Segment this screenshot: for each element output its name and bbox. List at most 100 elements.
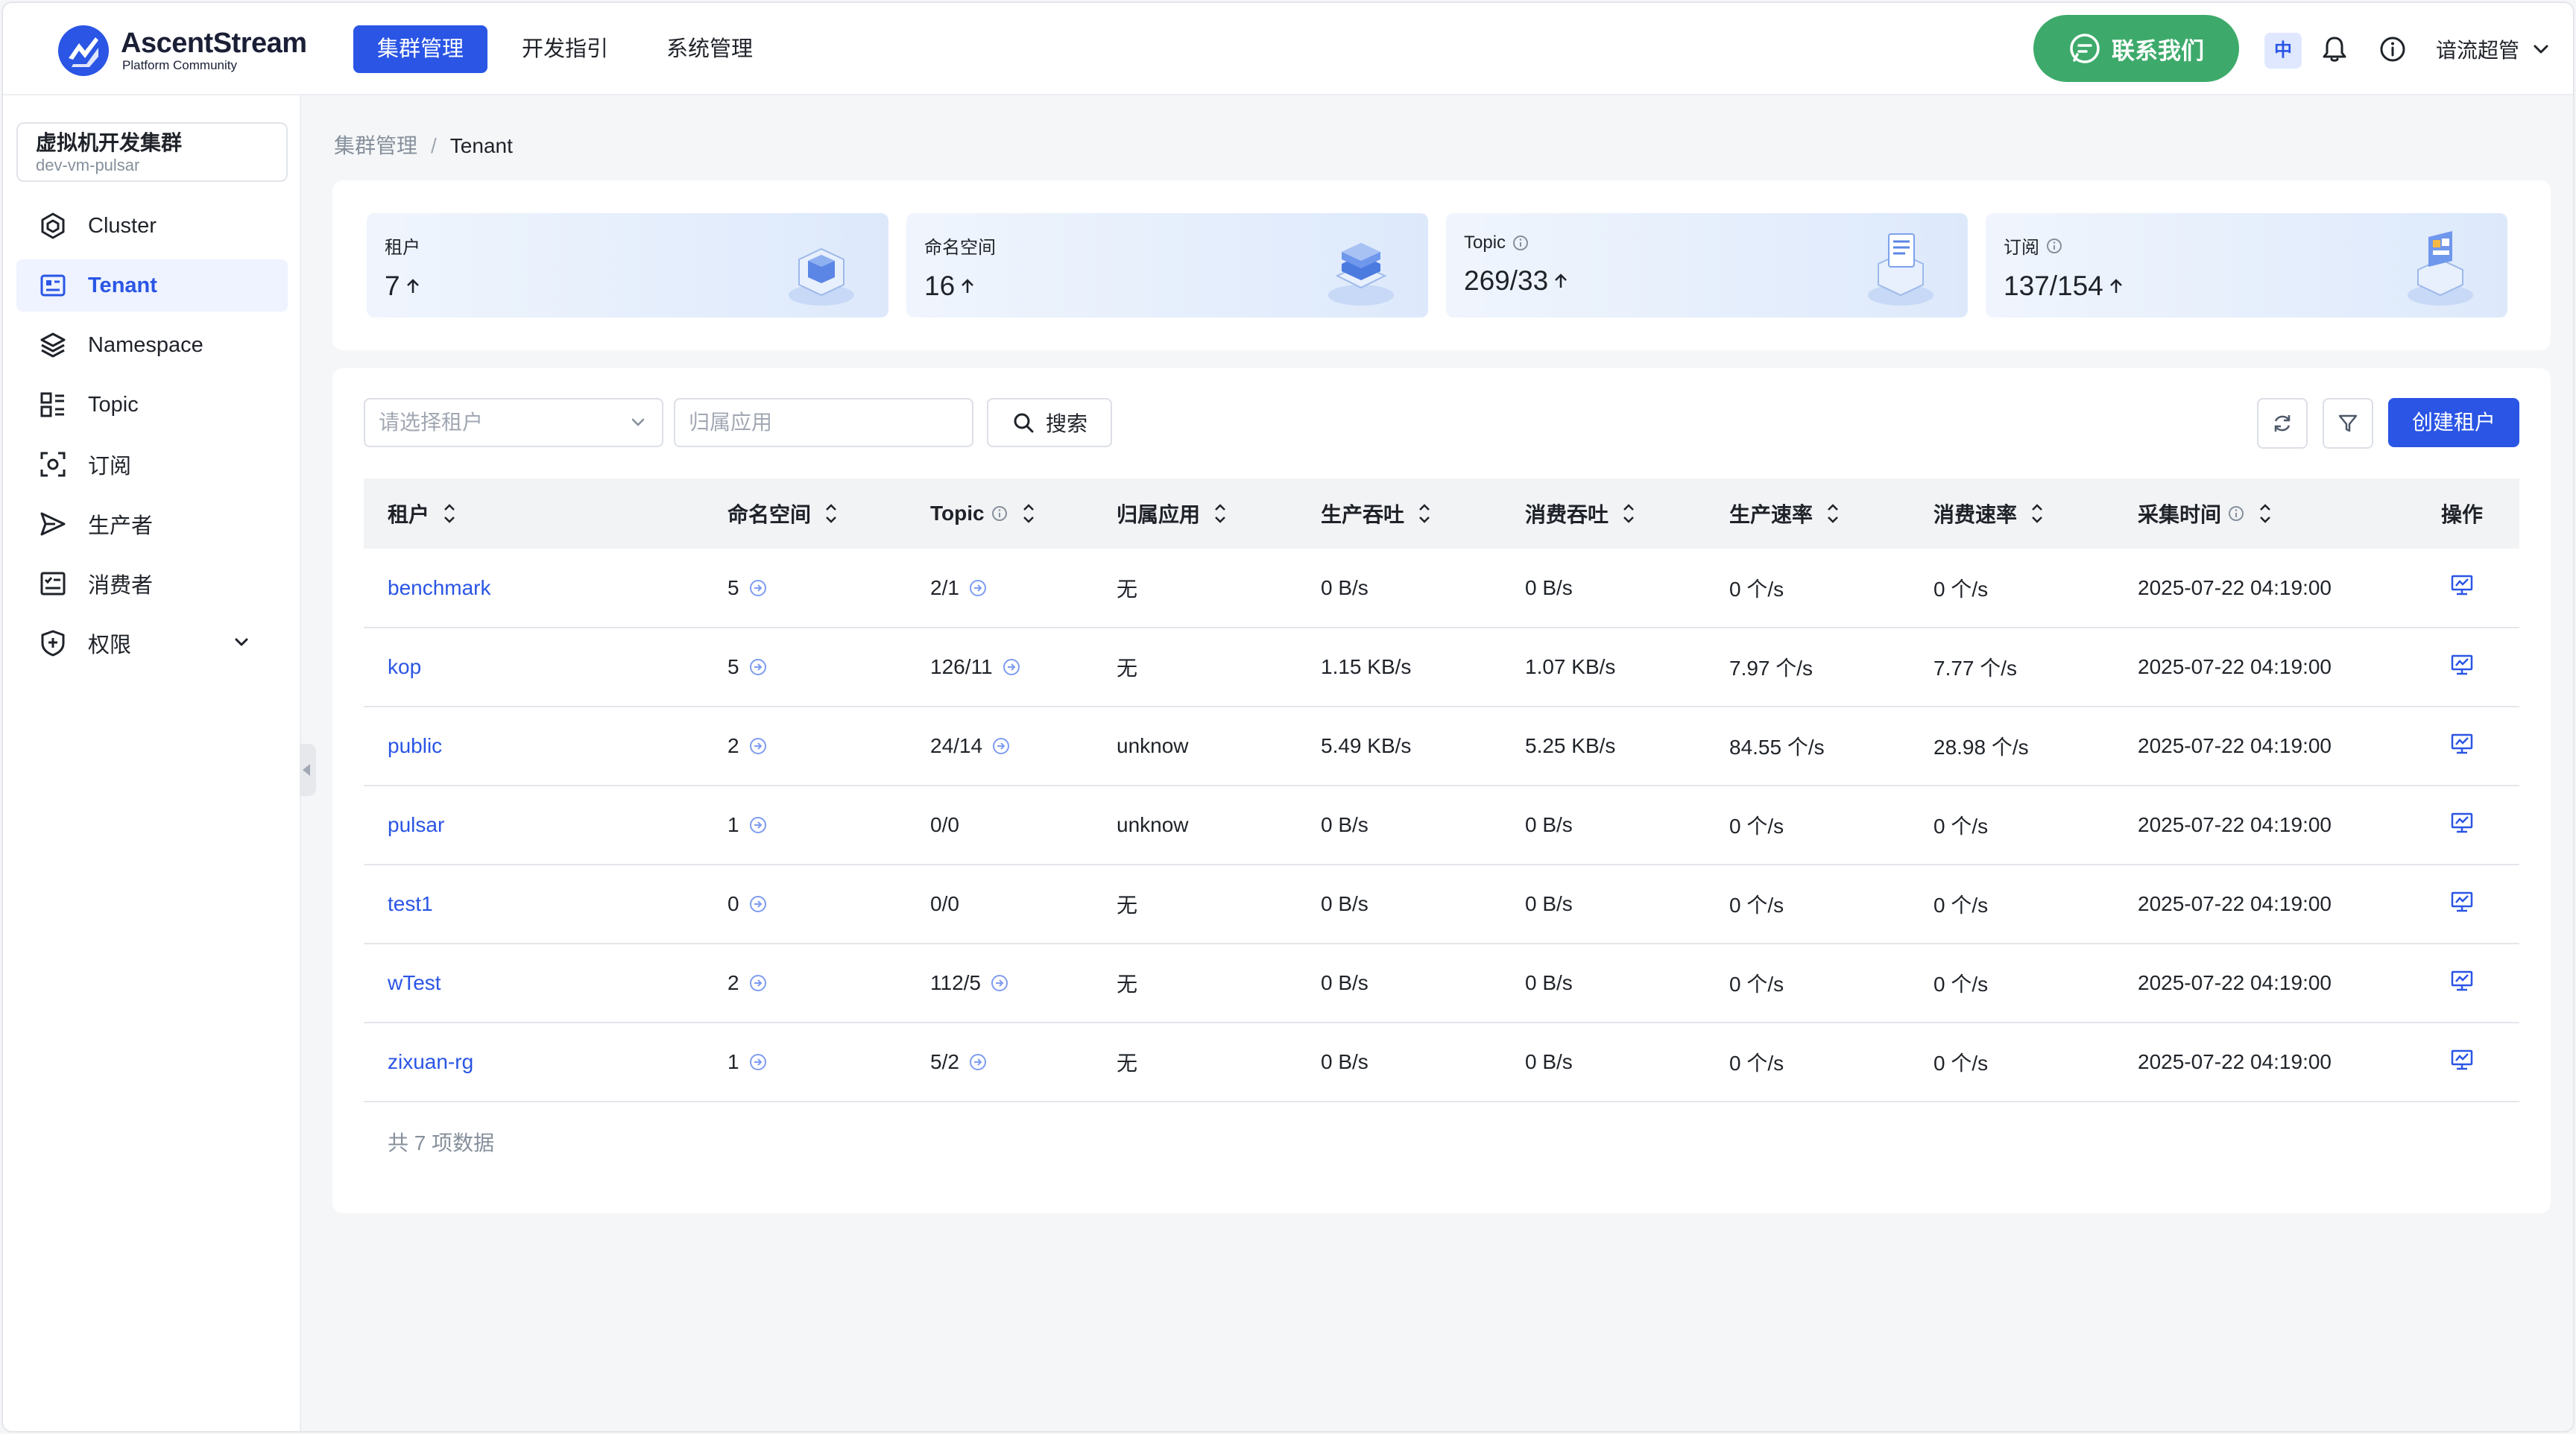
- create-tenant-button[interactable]: 创建租户: [2388, 398, 2519, 447]
- column-label: 操作: [2440, 503, 2483, 526]
- column-header-produce-throughput[interactable]: 生产吞吐: [1297, 478, 1501, 549]
- column-header-topic[interactable]: Topic: [906, 478, 1093, 549]
- sidebar-item-producer[interactable]: 生产者: [16, 498, 288, 550]
- cluster-selector[interactable]: 虚拟机开发集群 dev-vm-pulsar: [16, 122, 288, 182]
- sort-icon[interactable]: [443, 502, 456, 525]
- tenant-link[interactable]: wTest: [364, 944, 704, 1023]
- goto-icon[interactable]: [991, 736, 1011, 756]
- tenant-link[interactable]: pulsar: [364, 786, 704, 865]
- column-header-produce-rate[interactable]: 生产速率: [1705, 478, 1910, 549]
- sort-icon[interactable]: [1213, 502, 1227, 525]
- goto-icon[interactable]: [748, 815, 768, 835]
- breadcrumb-parent[interactable]: 集群管理: [334, 134, 417, 157]
- sidebar-item-label: Namespace: [88, 332, 203, 357]
- user-menu[interactable]: 谙流超管: [2436, 33, 2549, 66]
- nav-system-management[interactable]: 系统管理: [643, 25, 777, 73]
- breadcrumb-separator: /: [431, 134, 437, 157]
- table-row: kop 5 126/11 无 1.15 KB/s 1.07 KB/s 7.97 个/s 7.7…: [364, 628, 2519, 707]
- topic-cell: 0/0: [906, 786, 1093, 865]
- monitor-chart-icon[interactable]: [2449, 889, 2475, 915]
- sidebar-item-consumer[interactable]: 消费者: [16, 558, 288, 610]
- app-cell: 无: [1093, 1023, 1297, 1102]
- sort-icon[interactable]: [1418, 502, 1431, 525]
- sidebar-item-cluster[interactable]: Cluster: [16, 200, 288, 252]
- goto-icon[interactable]: [1002, 657, 1021, 677]
- app-filter-input[interactable]: [674, 398, 973, 447]
- sidebar-item-permission[interactable]: 权限: [16, 617, 288, 669]
- monitor-chart-icon[interactable]: [2449, 1047, 2475, 1073]
- produce-throughput-cell: 0 B/s: [1297, 786, 1501, 865]
- info-icon[interactable]: [991, 505, 1008, 522]
- info-icon[interactable]: [2227, 505, 2245, 522]
- produce-throughput-cell: 5.49 KB/s: [1297, 707, 1501, 786]
- tenant-link[interactable]: kop: [364, 628, 704, 707]
- topic-cell: 126/11: [906, 628, 1093, 707]
- monitor-chart-icon[interactable]: [2449, 572, 2475, 598]
- tenant-link[interactable]: public: [364, 707, 704, 786]
- sidebar-item-topic[interactable]: Topic: [16, 379, 288, 431]
- monitor-chart-icon[interactable]: [2449, 810, 2475, 836]
- sort-icon[interactable]: [824, 502, 838, 525]
- column-label: 归属应用: [1117, 503, 1201, 526]
- namespace-cell: 1: [704, 1023, 906, 1102]
- refresh-button[interactable]: [2257, 398, 2308, 449]
- filter-button[interactable]: [2323, 398, 2373, 449]
- sort-icon[interactable]: [1622, 502, 1635, 525]
- column-header-tenant[interactable]: 租户: [364, 478, 704, 549]
- produce-throughput-cell: 0 B/s: [1297, 944, 1501, 1023]
- nav-dev-guide[interactable]: 开发指引: [498, 25, 632, 73]
- goto-icon[interactable]: [990, 973, 1009, 993]
- column-header-consume-throughput[interactable]: 消费吞吐: [1501, 478, 1705, 549]
- info-icon[interactable]: [2045, 237, 2063, 255]
- produce-rate-cell: 0 个/s: [1705, 865, 1910, 944]
- sidebar-item-tenant[interactable]: Tenant: [16, 259, 288, 312]
- language-toggle[interactable]: 中: [2264, 33, 2302, 69]
- column-label: 采集时间: [2138, 503, 2222, 526]
- search-button[interactable]: 搜索: [987, 398, 1112, 447]
- info-icon[interactable]: [2378, 34, 2408, 64]
- tenant-link[interactable]: test1: [364, 865, 704, 944]
- stat-card-subscriptions: 订阅 137/154: [1986, 213, 2507, 318]
- tenant-select[interactable]: 请选择租户: [364, 398, 663, 447]
- namespace-count: 5: [727, 655, 739, 678]
- info-icon[interactable]: [1512, 234, 1530, 252]
- goto-icon[interactable]: [968, 578, 988, 598]
- topic-count: 2/1: [930, 575, 959, 599]
- topic-count: 5/2: [930, 1050, 959, 1073]
- consume-rate-cell: 0 个/s: [1910, 549, 2114, 628]
- sort-icon[interactable]: [2030, 502, 2044, 525]
- sidebar-item-namespace[interactable]: Namespace: [16, 319, 288, 371]
- sort-icon[interactable]: [2258, 502, 2272, 525]
- bell-icon[interactable]: [2320, 34, 2349, 64]
- goto-icon[interactable]: [748, 657, 768, 677]
- column-header-app[interactable]: 归属应用: [1093, 478, 1297, 549]
- goto-icon[interactable]: [748, 894, 768, 914]
- tenant-link[interactable]: zixuan-rg: [364, 1023, 704, 1102]
- cluster-icon: [41, 212, 65, 239]
- tenant-link[interactable]: benchmark: [364, 549, 704, 628]
- action-cell: [2405, 944, 2519, 1023]
- sidebar: 虚拟机开发集群 dev-vm-pulsar Cluster Tenant Nam…: [3, 95, 301, 1431]
- goto-icon[interactable]: [748, 578, 768, 598]
- sidebar-item-subscription[interactable]: 订阅: [16, 438, 288, 490]
- monitor-chart-icon[interactable]: [2449, 652, 2475, 677]
- table-body: benchmark 5 2/1 无 0 B/s 0 B/s 0 个/s 0 个/s 2025-0…: [364, 549, 2519, 1102]
- sidebar-collapse-handle[interactable]: [300, 744, 316, 796]
- contact-us-button[interactable]: 联系我们: [2033, 15, 2239, 82]
- column-header-collect-time[interactable]: 采集时间: [2114, 478, 2405, 549]
- nav-cluster-management[interactable]: 集群管理: [353, 25, 488, 73]
- goto-icon[interactable]: [748, 973, 768, 993]
- goto-icon[interactable]: [748, 736, 768, 756]
- topic-cell: 5/2: [906, 1023, 1093, 1102]
- monitor-chart-icon[interactable]: [2449, 731, 2475, 757]
- brand-logo[interactable]: AscentStream Platform Community: [57, 24, 307, 78]
- sort-icon[interactable]: [1826, 502, 1840, 525]
- column-header-consume-rate[interactable]: 消费速率: [1910, 478, 2114, 549]
- goto-icon[interactable]: [968, 1052, 988, 1072]
- consume-rate-cell: 0 个/s: [1910, 944, 2114, 1023]
- column-header-namespace[interactable]: 命名空间: [704, 478, 906, 549]
- monitor-chart-icon[interactable]: [2449, 968, 2475, 994]
- goto-icon[interactable]: [748, 1052, 768, 1072]
- sort-icon[interactable]: [1022, 502, 1035, 525]
- collect-time-cell: 2025-07-22 04:19:00: [2114, 786, 2405, 865]
